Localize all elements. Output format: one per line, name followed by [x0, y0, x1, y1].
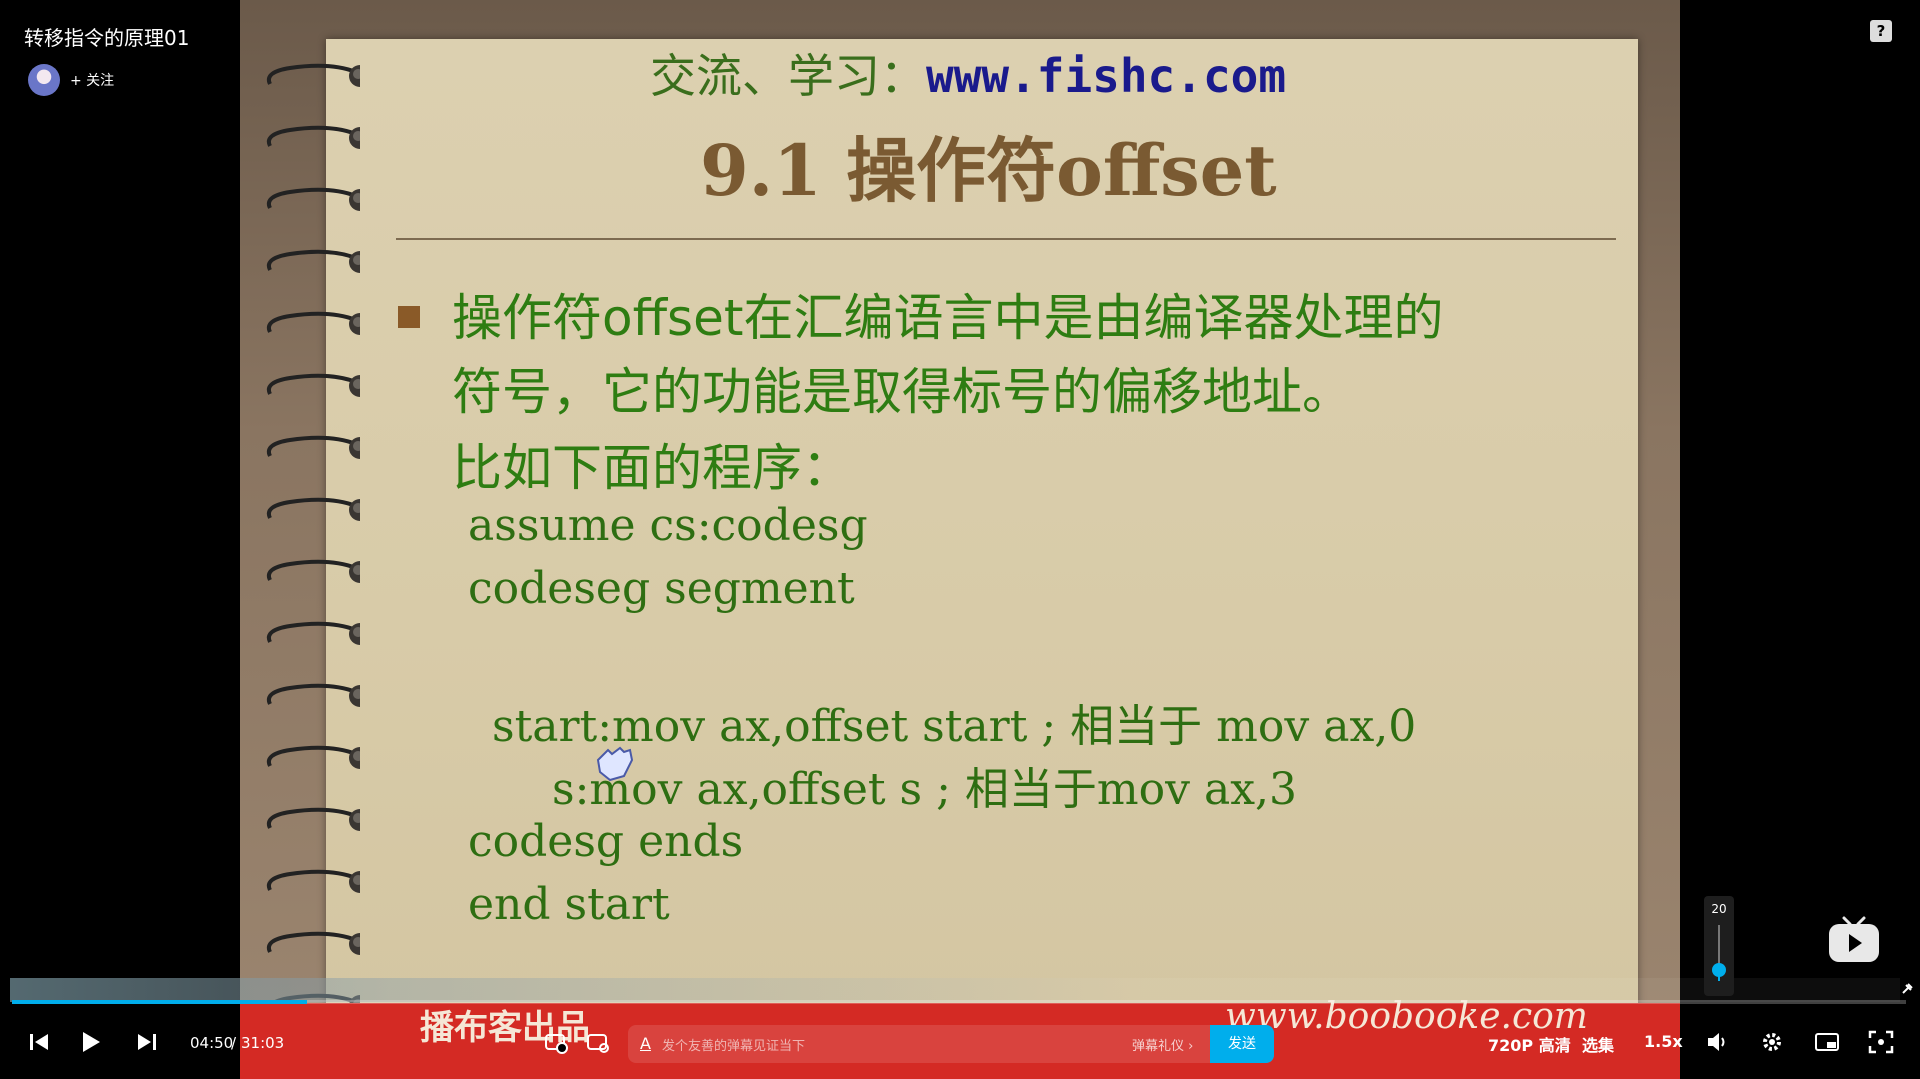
tv-logo-icon [1829, 916, 1879, 962]
bullet-icon [398, 306, 420, 328]
binding-ring-icon [267, 435, 360, 459]
binding-ring-icon [267, 311, 360, 335]
slide-line: 符号，它的功能是取得标号的偏移地址。 [452, 363, 1352, 421]
slide-title: 9.1 操作符offset [700, 129, 1277, 212]
time-total: 31:03 [241, 1034, 285, 1052]
danmaku-settings-icon[interactable] [586, 1032, 610, 1054]
slide-line: 比如下面的程序： [452, 439, 852, 497]
slide-divider [396, 238, 1616, 240]
progress-preview-strip [10, 978, 1900, 1002]
danmaku-style-icon[interactable]: A [640, 1034, 651, 1053]
slide-site-prefix: 交流、学习： [650, 49, 926, 103]
volume-slider-handle[interactable] [1712, 962, 1726, 977]
binding-ring-icon [267, 63, 360, 87]
next-icon[interactable] [136, 1032, 158, 1052]
video-title: 转移指令的原理01 [24, 26, 190, 50]
help-icon[interactable]: ? [1870, 20, 1892, 42]
binding-ring-icon [267, 807, 360, 831]
follow-button[interactable]: + 关注 [70, 70, 114, 90]
pin-icon[interactable] [1900, 982, 1914, 996]
previous-icon[interactable] [28, 1032, 50, 1052]
slide-site-header: 交流、学习：www.fishc.com [650, 40, 1286, 106]
code-line: s:mov ax,offset s ; 相当于mov ax,3 [552, 764, 1297, 815]
binding-ring-icon [267, 931, 360, 955]
danmaku-placeholder[interactable]: 发个友善的弹幕见证当下 [662, 1035, 805, 1054]
binding-ring-icon [267, 683, 360, 707]
picture-in-picture-icon[interactable] [1814, 1032, 1840, 1052]
play-icon[interactable] [80, 1030, 102, 1054]
progress-fill [12, 1000, 308, 1004]
settings-gear-icon[interactable] [1760, 1030, 1784, 1054]
binding-ring-icon [267, 373, 360, 397]
binding-ring-icon [267, 249, 360, 273]
binding-ring-icon [267, 187, 360, 211]
time-separator: / [231, 1034, 237, 1052]
code-line: codesg ends [468, 816, 744, 867]
video-frame[interactable]: 交流、学习：www.fishc.com 9.1 操作符offset 操作符off… [240, 0, 1680, 1079]
speed-button[interactable]: 1.5x [1644, 1032, 1683, 1051]
avatar[interactable] [28, 64, 60, 96]
code-line: end start [468, 879, 670, 930]
code-line: assume cs:codesg [468, 500, 868, 551]
danmaku-etiquette-link[interactable]: 弹幕礼仪 › [1132, 1035, 1193, 1054]
binding-ring-icon [267, 745, 360, 769]
binding-ring-icon [267, 869, 360, 893]
hand-cursor-icon [596, 746, 634, 782]
volume-value: 20 [1711, 902, 1727, 916]
slide-line: 操作符offset在汇编语言中是由编译器处理的 [452, 289, 1444, 347]
time-current: 04:50 [190, 1034, 234, 1052]
quality-button[interactable]: 720P 高清 [1488, 1032, 1571, 1056]
slide-site-url: www.fishc.com [926, 49, 1287, 103]
danmaku-toggle-icon[interactable] [544, 1032, 568, 1054]
volume-icon[interactable] [1706, 1031, 1730, 1053]
send-button[interactable]: 发送 [1210, 1025, 1274, 1063]
binding-ring-icon [267, 621, 360, 645]
binding-ring-icon [267, 125, 360, 149]
fullscreen-icon[interactable] [1868, 1030, 1894, 1054]
episodes-button[interactable]: 选集 [1582, 1032, 1614, 1056]
binding-ring-icon [267, 559, 360, 583]
code-line: codeseg segment [468, 563, 855, 614]
binding-ring-icon [267, 497, 360, 521]
